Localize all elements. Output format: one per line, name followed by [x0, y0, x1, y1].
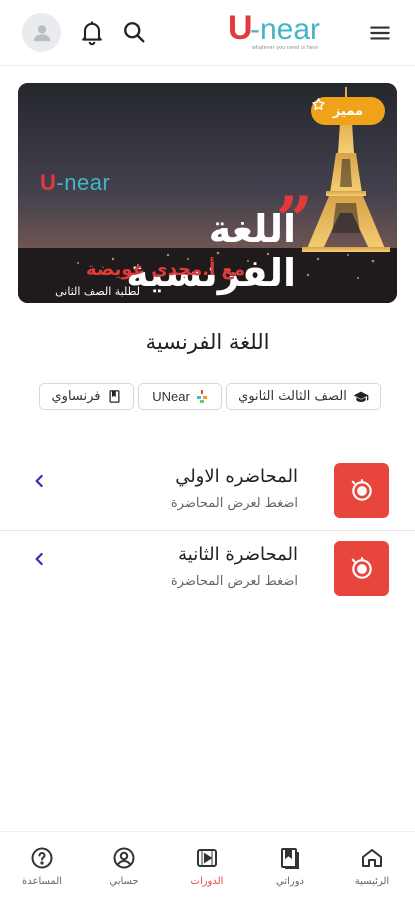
lecture-title: المحاضرة الثانية — [178, 544, 298, 565]
tag-grade-label: الصف الثالث الثانوي — [238, 389, 347, 404]
search-icon — [124, 22, 145, 43]
chevron-left-icon[interactable] — [30, 471, 50, 491]
nav-my-courses-label: دوراتي — [275, 876, 304, 887]
tag-provider: UNear — [138, 383, 222, 410]
lecture-icon — [334, 463, 389, 518]
banner-title: اللغة الفرنسية — [126, 207, 296, 295]
logo-tagline: whatever you need is here — [252, 45, 319, 51]
lecture-subtitle: اضغط لعرض المحاضرة — [170, 496, 298, 511]
lecture-icon — [334, 541, 389, 596]
banner-logo-text: -near — [56, 170, 111, 195]
help-circle-icon — [31, 847, 53, 869]
app-logo: U -near whatever you need is here — [228, 10, 353, 54]
nav-courses[interactable]: الدورات — [172, 846, 242, 887]
nav-home[interactable]: الرئيسية — [337, 846, 407, 887]
menu-button[interactable] — [367, 20, 393, 46]
chevron-left-icon[interactable] — [30, 549, 50, 569]
user-circle-icon — [113, 847, 135, 869]
play-video-icon — [197, 849, 217, 867]
home-icon — [362, 849, 382, 867]
tag-language: فرنساوي — [39, 383, 134, 410]
course-banner[interactable]: مميز U-near ” اللغة الفرنسية مع أ.مجدى ع… — [18, 83, 397, 303]
notifications-button[interactable] — [78, 18, 106, 46]
banner-logo-u: U — [40, 170, 57, 195]
lecture-subtitle: اضغط لعرض المحاضرة — [170, 574, 298, 589]
banner-grade: لطلبة الصف الثانى — [55, 285, 140, 298]
tag-provider-label: UNear — [152, 389, 190, 404]
nav-account-label: حسابي — [109, 876, 139, 887]
nav-home-label: الرئيسية — [354, 876, 390, 887]
search-button[interactable] — [120, 18, 148, 46]
nav-my-courses[interactable]: دوراتي — [255, 846, 325, 887]
avatar[interactable] — [22, 13, 61, 52]
banner-logo: U-near — [40, 170, 110, 196]
video-lecture-icon — [351, 556, 372, 579]
nav-help-label: المساعدة — [21, 876, 63, 887]
tag-grade: الصف الثالث الثانوي — [226, 383, 381, 410]
hamburger-icon — [370, 26, 390, 40]
star-icon — [312, 98, 325, 110]
lecture-title: المحاضره الاولي — [175, 466, 298, 487]
lecture-item[interactable]: المحاضره الاولي اضغط لعرض المحاضرة — [0, 456, 415, 531]
bell-icon — [82, 21, 102, 46]
user-icon — [33, 24, 50, 41]
course-title: اللغة الفرنسية — [145, 330, 270, 354]
provider-logo-icon — [196, 389, 207, 403]
nav-help[interactable]: المساعدة — [7, 846, 77, 887]
logo-text: -near — [250, 13, 321, 46]
nav-courses-label: الدورات — [190, 876, 224, 887]
lecture-item[interactable]: المحاضرة الثانية اضغط لعرض المحاضرة — [0, 534, 415, 609]
tag-language-label: فرنساوي — [51, 389, 101, 404]
featured-badge: مميز — [311, 97, 385, 125]
video-lecture-icon — [351, 478, 372, 501]
nav-account[interactable]: حسابي — [89, 846, 159, 887]
featured-badge-label: مميز — [332, 103, 364, 119]
bookmark-book-icon — [281, 848, 299, 869]
logo-u: U — [228, 9, 253, 47]
app-header: U -near whatever you need is here — [0, 0, 415, 66]
bottom-navigation: الرئيسية دوراتي الدورات حسابي المساعدة — [0, 831, 415, 900]
book-icon — [109, 390, 120, 403]
banner-teacher: مع أ.مجدى عويضة — [86, 259, 245, 280]
graduation-cap-icon — [353, 391, 369, 402]
